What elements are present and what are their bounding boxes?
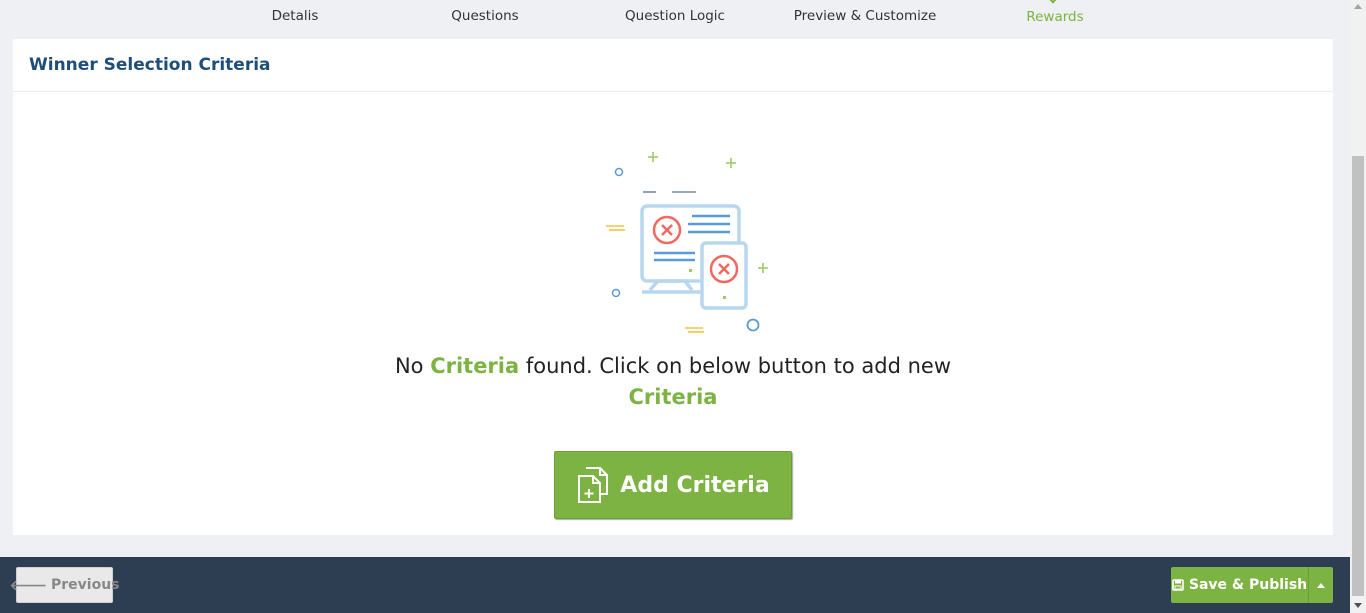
add-criteria-label: Add Criteria: [620, 472, 770, 498]
tab-preview-customize[interactable]: Preview & Customize: [794, 8, 937, 24]
previous-label: Previous: [51, 577, 120, 593]
no-data-illustration-icon: [606, 152, 768, 333]
scrollbar-thumb[interactable]: [1352, 156, 1364, 596]
save-publish-group: Save & Publish: [1171, 567, 1333, 603]
wizard-tabs: Detalis Questions Question Logic Preview…: [0, 0, 1350, 38]
scroll-up-icon[interactable]: [1354, 4, 1362, 9]
vertical-scrollbar[interactable]: [1350, 0, 1366, 613]
card-header: Winner Selection Criteria: [13, 39, 1333, 92]
floppy-disk-icon: [1172, 579, 1184, 591]
empty-text-prefix: No: [394, 354, 431, 378]
caret-up-icon: [1317, 582, 1325, 588]
save-publish-label: Save & Publish: [1188, 577, 1308, 593]
empty-text-highlight: Criteria: [430, 354, 520, 378]
tab-rewards[interactable]: Rewards: [1026, 9, 1083, 25]
tab-details[interactable]: Detalis: [272, 8, 319, 24]
document-add-icon: [578, 467, 609, 503]
empty-text-highlight-2: Criteria: [628, 385, 718, 409]
empty-text-middle: found. Click on below button to add new: [519, 354, 952, 378]
arrow-left-icon: 🡐: [9, 577, 48, 594]
winner-criteria-card: Winner Selection Criteria No Criteria fo…: [13, 39, 1333, 535]
save-options-dropdown[interactable]: [1308, 567, 1333, 603]
scroll-down-icon[interactable]: [1354, 603, 1362, 608]
empty-state-message: No Criteria found. Click on below button…: [373, 351, 973, 413]
previous-button[interactable]: 🡐 Previous: [9, 567, 120, 603]
footer-bar: 🡐 Previous Save & Publish: [0, 557, 1350, 613]
tab-questions[interactable]: Questions: [451, 8, 518, 24]
tab-question-logic[interactable]: Question Logic: [625, 8, 725, 24]
card-title: Winner Selection Criteria: [29, 55, 271, 75]
add-criteria-button[interactable]: Add Criteria: [554, 451, 792, 519]
save-publish-button[interactable]: Save & Publish: [1171, 567, 1308, 603]
check-icon: [1047, 0, 1061, 4]
